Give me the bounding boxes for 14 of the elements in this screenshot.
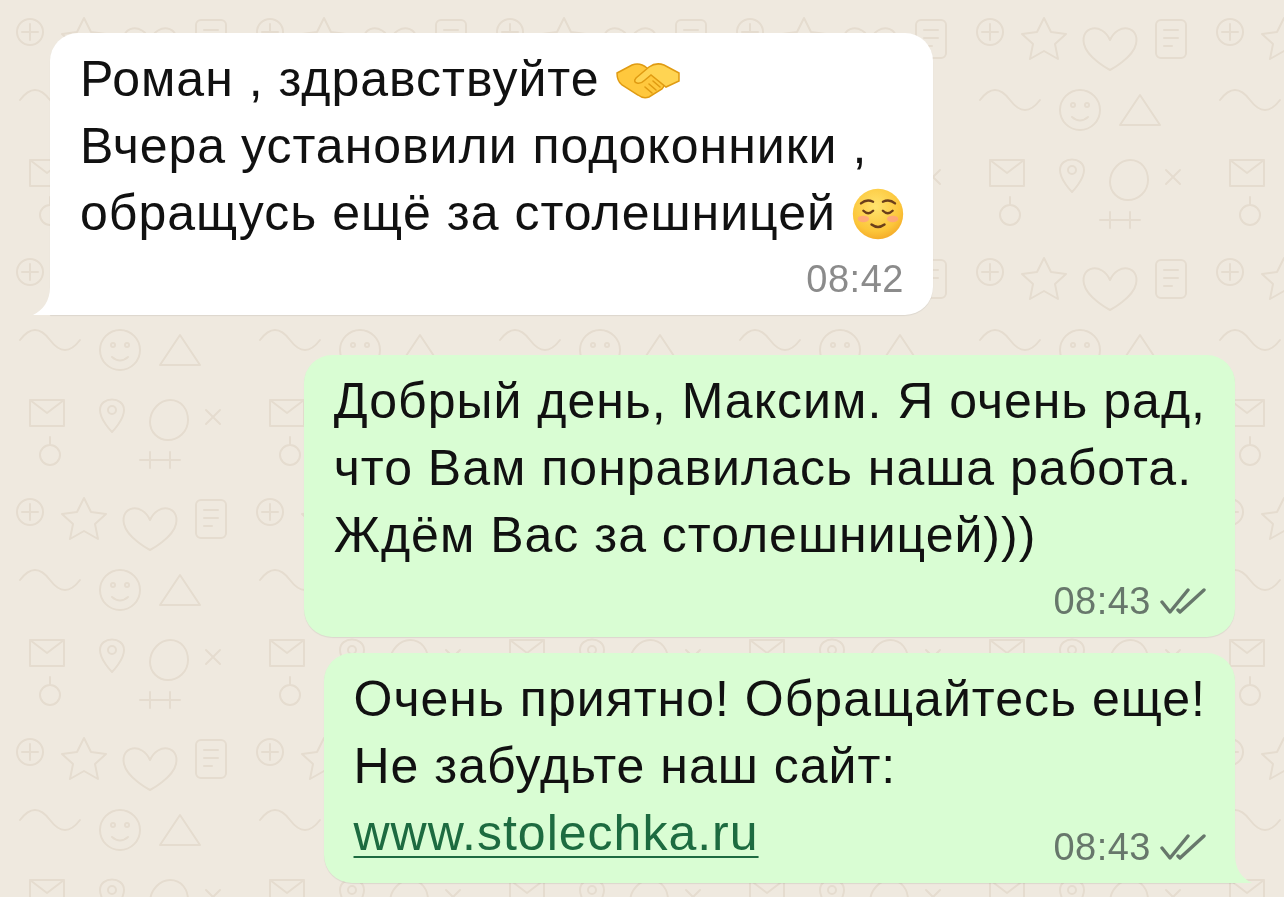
message-text: Роман , здравствуйте xyxy=(80,50,600,109)
message-time: 08:43 xyxy=(1053,827,1151,867)
message-text: Вчера установили подоконники , xyxy=(80,117,868,176)
message-time: 08:42 xyxy=(806,259,904,299)
message-text: что Вам понравилась наша работа. xyxy=(333,439,1193,498)
handshake-emoji-icon xyxy=(615,60,680,99)
message-text: Очень приятно! Обращайтесь еще! xyxy=(353,670,1206,729)
message-text: Добрый день, Максим. Я очень рад, xyxy=(333,372,1206,431)
message-text: Не забудьте наш сайт: xyxy=(353,737,897,796)
message-text: Ждём Вас за столешницей))) xyxy=(333,506,1037,565)
relieved-face-emoji-icon xyxy=(851,187,904,240)
website-link[interactable]: www.stolechka.ru xyxy=(353,800,759,867)
message-text: обращусь ещё за столешницей xyxy=(80,184,836,243)
message-time: 08:43 xyxy=(1053,581,1151,621)
